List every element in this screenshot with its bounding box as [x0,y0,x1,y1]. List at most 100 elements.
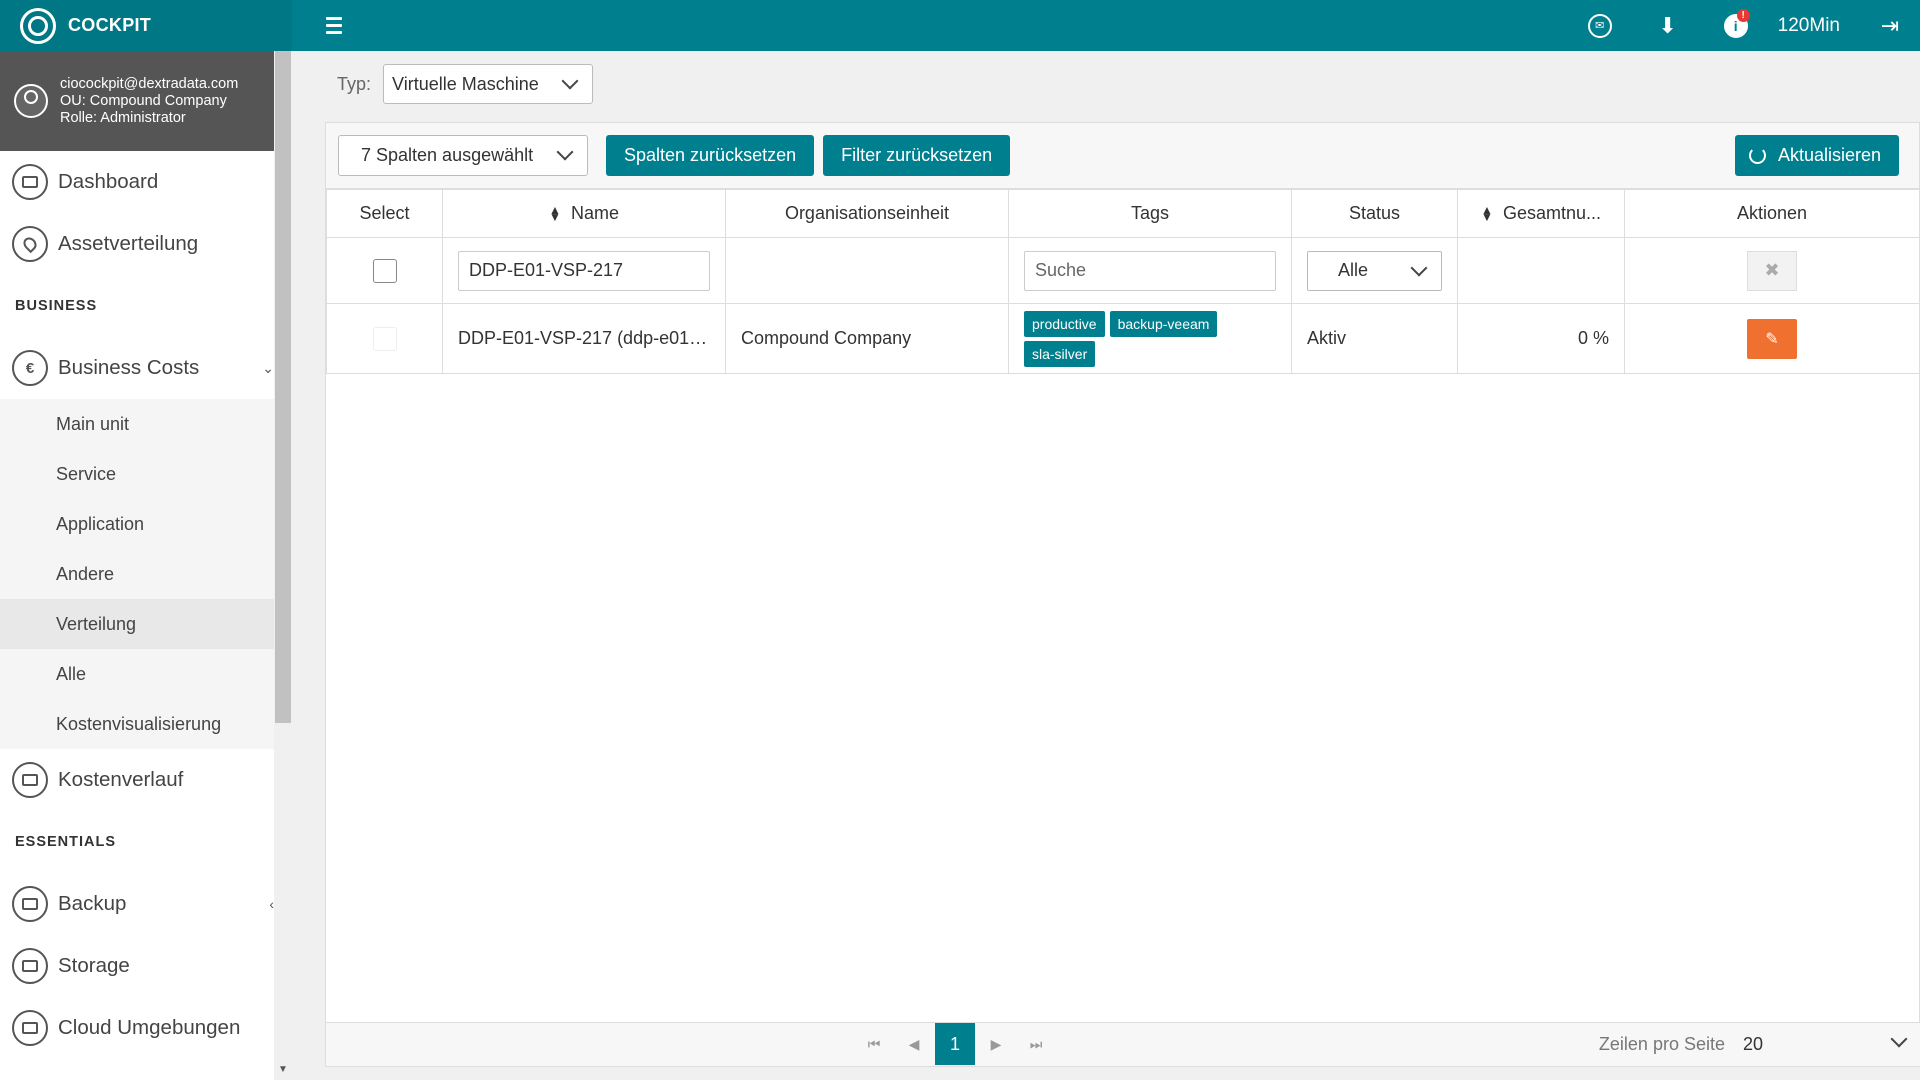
user-email: ciocockpit@dextradata.com [60,75,239,92]
column-header-select[interactable]: Select [326,189,443,238]
rows-per-page-value: 20 [1743,1033,1764,1054]
reset-columns-button[interactable]: Spalten zurücksetzen [606,135,815,176]
usage-filter-cell [1457,237,1625,304]
sidebar-subitem-service[interactable]: Service [0,449,292,499]
user-role: Rolle: Administrator [60,109,186,126]
brand[interactable]: COCKPIT [0,0,292,51]
sidebar-item-label: Storage [58,954,130,977]
type-label: Typ: [337,73,372,94]
sidebar-scrollbar[interactable]: ▼ [274,51,292,1080]
support-icon[interactable]: ✉ [1566,0,1634,51]
user-avatar-icon [14,84,48,118]
columns-select[interactable]: 7 Spalten ausgewählt [338,135,588,176]
refresh-icon [1748,147,1766,164]
tags-search-input[interactable]: Suche [1024,250,1276,291]
sidebar-item-business-costs[interactable]: € Business Costs ⌄ [0,337,292,399]
refresh-button[interactable]: Aktualisieren [1734,135,1899,176]
header-row: Select ▲ ▼ Name Organisationseinheit Tags … [326,189,1920,238]
name-filter-input[interactable]: DDP-E01-VSP-217 [458,250,710,291]
cost-history-icon [12,762,48,798]
info-badge: ! [1736,9,1750,22]
last-page-icon[interactable]: ⏭ [1016,1023,1056,1065]
current-page[interactable]: 1 [935,1023,975,1065]
sidebar-item-backup[interactable]: Backup ‹ [0,873,292,935]
chevron-down-icon [1410,259,1428,276]
info-icon[interactable]: i ! [1702,0,1770,51]
sidebar-subitem-main-unit[interactable]: Main unit [0,399,292,449]
column-header-actions[interactable]: Aktionen [1624,189,1920,238]
clear-filter-button[interactable]: ✖ [1747,250,1797,291]
sidebar-item-label: Business Costs [58,356,200,379]
chevron-down-icon [1890,1030,1908,1048]
cell-tags: productive backup-veeam sla-silver [1008,303,1292,374]
user-panel: ciocockpit@dextradata.com OU: Compound C… [0,51,292,151]
sidebar-nav: Dashboard Assetverteilung BUSINESS € Bus… [0,151,292,1059]
scroll-down-icon[interactable]: ▼ [274,1062,292,1078]
top-actions: ✉ ⬇ i ! 120Min ⇥ [1566,0,1920,51]
reset-filter-button[interactable]: Filter zurücksetzen [823,135,1011,176]
menu-toggle-icon[interactable] [326,13,350,37]
chevron-down-icon [556,143,574,161]
cell-status: Aktiv [1291,303,1458,374]
prev-page-icon[interactable]: ◀ [894,1023,934,1065]
sidebar: ciocockpit@dextradata.com OU: Compound C… [0,51,292,1080]
sidebar-item-assetverteilung[interactable]: Assetverteilung [0,213,292,275]
select-all-checkbox[interactable] [372,258,397,283]
euro-icon: € [12,350,48,386]
section-essentials: ESSENTIALS [15,834,117,850]
pagination: ⏮ ◀ 1 ▶ ⏭ Zeilen pro Seite 20 [326,1022,1920,1066]
chevron-down-icon: ⌄ [262,359,274,376]
user-ou: OU: Compound Company [60,92,227,109]
sidebar-item-dashboard[interactable]: Dashboard [0,151,292,213]
next-page-icon[interactable]: ▶ [976,1023,1016,1065]
dashboard-icon [12,164,48,200]
status-filter-select[interactable]: Alle [1307,250,1442,291]
column-header-status[interactable]: Status [1291,189,1458,238]
storage-icon [12,948,48,984]
column-header-org[interactable]: Organisationseinheit [725,189,1009,238]
scrollbar-thumb[interactable] [275,51,291,723]
type-select-value: Virtuelle Maschine [392,73,539,94]
sidebar-subitem-verteilung[interactable]: Verteilung [0,599,292,649]
column-header-usage[interactable]: ▲ ▼ Gesamtnu... [1457,189,1625,238]
grid-toolbar: 7 Spalten ausgewählt Spalten zurücksetze… [326,123,1919,189]
sidebar-subitem-kostenvisualisierung[interactable]: Kostenvisualisierung [0,699,292,749]
column-header-label: Gesamtnu... [1502,203,1602,223]
sidebar-item-storage[interactable]: Storage [0,935,292,997]
logout-icon[interactable]: ⇥ [1860,0,1920,51]
sidebar-subitem-alle[interactable]: Alle [0,649,292,699]
cell-org: Compound Company [725,303,1009,374]
filter-row: DDP-E01-VSP-217 Suche Alle ✖ [326,237,1920,304]
download-icon[interactable]: ⬇ [1634,0,1702,51]
sort-icon: ▲ ▼ [549,203,561,225]
rows-per-page-select[interactable]: 20 [1735,1023,1920,1065]
sidebar-item-label: Dashboard [58,170,159,193]
column-header-tags[interactable]: Tags [1008,189,1292,238]
section-business: BUSINESS [15,298,98,314]
column-header-label: Name [570,203,619,223]
sidebar-item-label: Kostenverlauf [58,768,184,791]
table-row[interactable]: DDP-E01-VSP-217 (ddp-e01-v... Compound C… [326,303,1920,374]
business-costs-submenu: Main unit Service Application Andere Ver… [0,399,292,749]
row-checkbox[interactable] [372,326,397,351]
location-pin-icon [12,226,48,262]
type-select[interactable]: Virtuelle Maschine [383,64,594,104]
cockpit-logo-icon [20,7,56,44]
rows-per-page-label: Zeilen pro Seite [1598,1034,1725,1054]
sidebar-subitem-application[interactable]: Application [0,499,292,549]
edit-icon[interactable]: ✎ [1747,318,1797,359]
status-filter-value: Alle [1338,260,1369,280]
org-filter-cell [725,237,1009,304]
cell-usage: 0 % [1457,303,1625,374]
sidebar-item-label: Assetverteilung [58,232,199,255]
sidebar-item-cloud[interactable]: Cloud Umgebungen [0,997,292,1059]
sidebar-subitem-andere[interactable]: Andere [0,549,292,599]
first-page-icon[interactable]: ⏮ [854,1023,894,1065]
chevron-down-icon [561,72,579,90]
tag-badge: backup-veeam [1109,310,1218,337]
top-bar: COCKPIT ✉ ⬇ i ! 120Min ⇥ [0,0,1920,51]
sidebar-item-kostenverlauf[interactable]: Kostenverlauf [0,749,292,811]
column-header-name[interactable]: ▲ ▼ Name [442,189,726,238]
cloud-icon [12,1010,48,1046]
columns-select-value: 7 Spalten ausgewählt [361,145,534,165]
